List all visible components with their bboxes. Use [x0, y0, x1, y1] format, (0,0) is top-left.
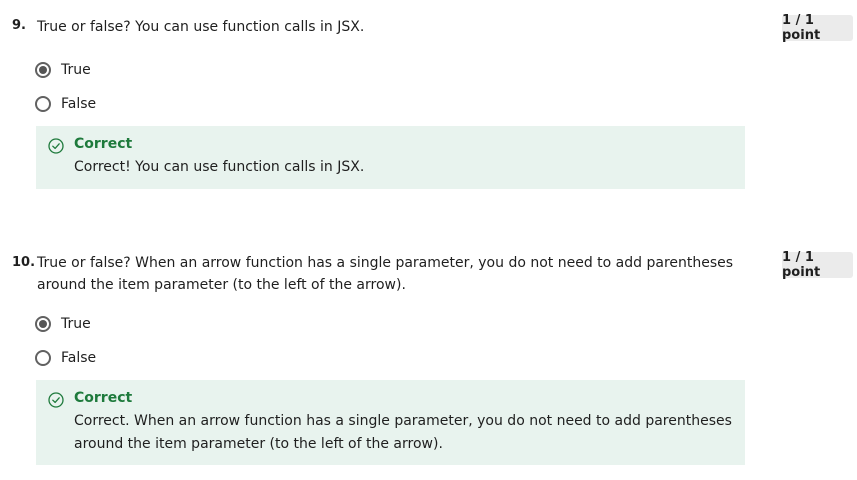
option-label: True	[61, 316, 91, 332]
feedback-title: Correct	[74, 390, 133, 406]
radio-selected-icon[interactable]	[35, 316, 51, 332]
feedback-panel: Correct Correct. When an arrow function …	[36, 380, 745, 465]
radio-unselected-icon[interactable]	[35, 350, 51, 366]
question-number: 10.	[12, 255, 36, 270]
option-true[interactable]: True	[34, 312, 91, 336]
option-false[interactable]: False	[34, 346, 96, 370]
feedback-text: Correct. When an arrow function has a si…	[74, 413, 732, 452]
check-circle-icon	[48, 392, 64, 408]
option-label: False	[61, 350, 97, 366]
question-text: True or false? When an arrow function ha…	[37, 255, 734, 293]
score-badge: 1 / 1 point	[782, 250, 853, 280]
question-10: 10. True or false? When an arrow functio…	[0, 0, 857, 480]
